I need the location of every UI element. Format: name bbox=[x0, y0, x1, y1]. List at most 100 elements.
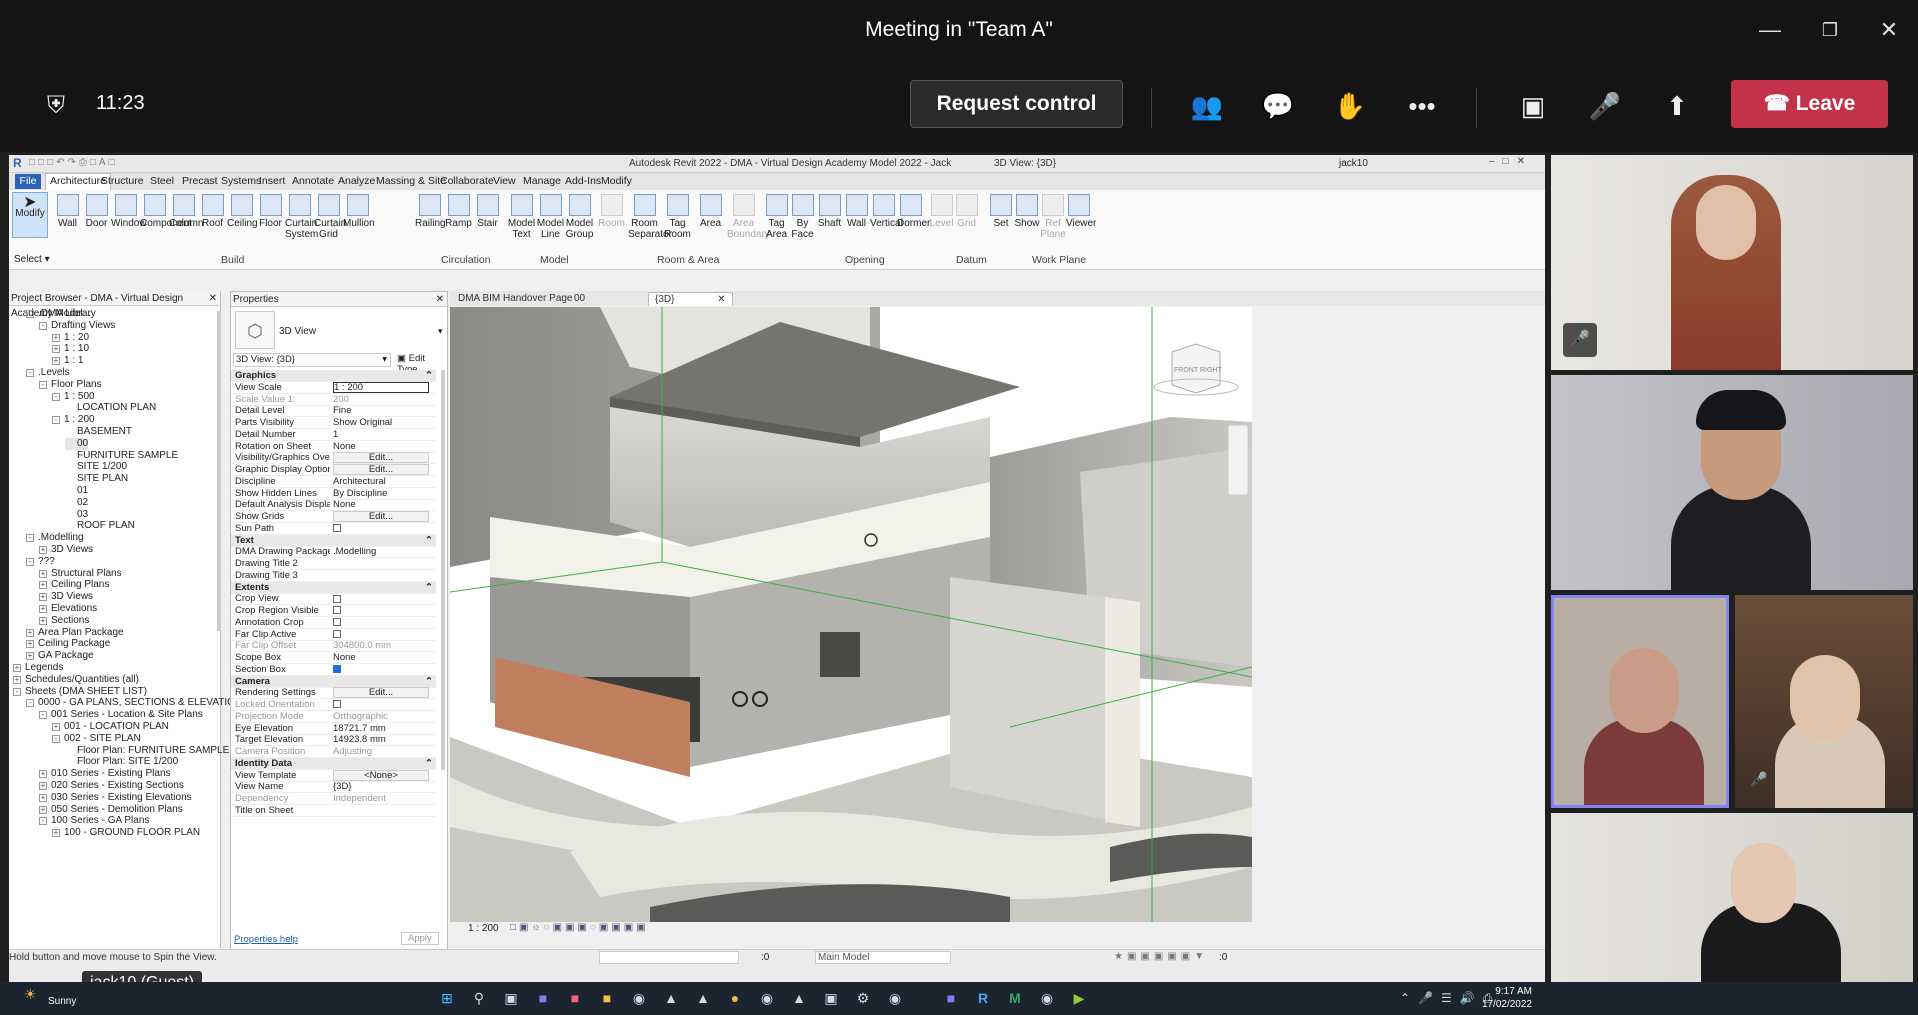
tree-node[interactable]: + Area Plan Package bbox=[26, 627, 124, 639]
ribbon-tab-analyze[interactable]: Analyze bbox=[338, 175, 375, 187]
share-screen-icon[interactable]: ⬆ bbox=[1657, 86, 1697, 126]
property-group-header[interactable]: Extents ⌃ bbox=[231, 581, 436, 594]
expand-icon[interactable]: + bbox=[39, 581, 47, 590]
tree-node[interactable]: -001 Series - Location & Site Plans bbox=[39, 709, 203, 721]
collapse-icon[interactable]: - bbox=[39, 711, 47, 720]
expand-icon[interactable]: + bbox=[39, 546, 47, 554]
view-tab[interactable]: {3D} ✕ bbox=[648, 292, 733, 306]
close-icon[interactable]: ✕ bbox=[1871, 12, 1907, 48]
tree-node[interactable]: BASEMENT bbox=[65, 426, 132, 438]
expand-icon[interactable]: + bbox=[13, 664, 21, 672]
tree-node[interactable]: - .DMA Library bbox=[26, 308, 96, 320]
property-checkbox[interactable] bbox=[333, 605, 429, 617]
file-explorer-icon[interactable]: ■ bbox=[596, 988, 618, 1008]
collapse-icon[interactable]: - bbox=[26, 534, 34, 543]
tree-node[interactable]: 02 bbox=[65, 497, 88, 509]
tree-node[interactable]: - .Levels bbox=[26, 367, 70, 379]
collapse-icon[interactable]: - bbox=[26, 369, 34, 377]
app-icon[interactable]: ◉ bbox=[1036, 988, 1058, 1008]
tree-node[interactable]: 01 bbox=[65, 485, 88, 497]
tree-node[interactable]: +3D Views bbox=[39, 591, 93, 603]
property-value[interactable]: 14923.8 mm bbox=[333, 734, 429, 746]
expand-icon[interactable]: + bbox=[39, 770, 47, 779]
restore-icon[interactable]: ❐ bbox=[1812, 12, 1848, 48]
ribbon-button-grid[interactable]: Grid bbox=[954, 194, 979, 229]
ribbon-panel-label[interactable]: Circulation bbox=[441, 254, 491, 266]
tree-node[interactable]: -100 Series - GA Plans bbox=[39, 815, 149, 827]
ribbon-button-room[interactable]: Room bbox=[595, 194, 628, 229]
ribbon-panel-label[interactable]: Opening bbox=[845, 254, 885, 266]
app-icon[interactable]: ⚙ bbox=[852, 988, 874, 1008]
viewcube-front-label[interactable]: FRONT bbox=[1174, 367, 1199, 374]
tree-node[interactable]: +001 - LOCATION PLAN bbox=[52, 721, 169, 733]
ribbon-button-area-boundary[interactable]: Area Boundary bbox=[727, 194, 770, 240]
checkbox-unchecked[interactable] bbox=[333, 594, 341, 603]
property-value[interactable]: {3D} bbox=[333, 781, 429, 793]
tree-node[interactable]: +030 Series - Existing Elevations bbox=[39, 792, 192, 804]
ribbon-button-curtain-system[interactable]: Curtain System bbox=[285, 194, 318, 240]
ribbon-button-vertical[interactable]: Vertical bbox=[870, 194, 903, 229]
tree-node[interactable]: - Floor Plans bbox=[39, 379, 102, 391]
scrollbar[interactable] bbox=[441, 370, 445, 770]
tree-node[interactable]: + Sections bbox=[39, 615, 89, 627]
tree-node[interactable]: + Schedules/Quantities (all) bbox=[13, 674, 139, 686]
ribbon-button-area[interactable]: Area bbox=[694, 194, 727, 229]
collapse-icon[interactable]: ⌃ bbox=[425, 676, 433, 688]
ribbon-button-shaft[interactable]: Shaft bbox=[816, 194, 843, 229]
expand-icon[interactable]: + bbox=[26, 628, 34, 637]
app-icon[interactable]: ◉ bbox=[756, 988, 778, 1008]
tree-node[interactable]: SITE PLAN bbox=[65, 473, 128, 485]
tree-node[interactable]: ROOF PLAN bbox=[65, 520, 135, 532]
expand-icon[interactable]: + bbox=[39, 805, 47, 814]
ribbon-button-curtain-grid[interactable]: Curtain Grid bbox=[314, 194, 346, 240]
property-value[interactable]: By Discipline bbox=[333, 488, 429, 500]
3d-view-canvas[interactable]: FRONT RIGHT bbox=[450, 307, 1252, 922]
leave-button[interactable]: ☎ Leave bbox=[1731, 80, 1888, 128]
property-value[interactable]: None bbox=[333, 441, 429, 453]
collapse-icon[interactable]: - bbox=[26, 557, 34, 566]
ribbon-tab-structure[interactable]: Structure bbox=[101, 175, 144, 187]
collapse-icon[interactable]: - bbox=[26, 699, 34, 708]
participant-tile[interactable]: 🎤 bbox=[1735, 595, 1913, 808]
checkbox-unchecked[interactable] bbox=[333, 618, 341, 627]
tree-node[interactable]: +050 Series - Demolition Plans bbox=[39, 804, 183, 816]
expand-icon[interactable]: + bbox=[52, 345, 60, 354]
property-value[interactable]: None bbox=[333, 652, 429, 664]
view-tab[interactable]: DMA BIM Handover Page bbox=[452, 292, 579, 306]
chevron-down-icon[interactable]: ▾ bbox=[438, 326, 443, 337]
tree-node[interactable]: + Structural Plans bbox=[39, 568, 122, 580]
tree-node[interactable]: +010 Series - Existing Plans bbox=[39, 768, 171, 780]
collapse-icon[interactable]: - bbox=[39, 817, 47, 826]
checkbox-unchecked[interactable] bbox=[333, 629, 341, 638]
ribbon-button-roof[interactable]: Roof bbox=[198, 194, 227, 229]
expand-icon[interactable]: + bbox=[13, 675, 21, 684]
minimize-icon[interactable]: — bbox=[1752, 12, 1788, 48]
expand-icon[interactable]: + bbox=[26, 640, 34, 649]
ribbon-button-component[interactable]: Component bbox=[140, 194, 192, 229]
ribbon-button-wall[interactable]: Wall bbox=[53, 194, 82, 229]
property-edit-button[interactable]: Edit... bbox=[333, 452, 429, 464]
ribbon-button-ref-plane[interactable]: Ref Plane bbox=[1040, 194, 1066, 240]
quick-access-icons[interactable]: □□□↶↷⎙□A□ bbox=[29, 157, 118, 168]
property-value[interactable]: 1 : 200 bbox=[333, 381, 429, 393]
property-checkbox[interactable] bbox=[333, 593, 429, 605]
checkbox-unchecked[interactable] bbox=[333, 524, 341, 533]
property-value[interactable]: None bbox=[333, 499, 429, 511]
property-value[interactable]: 1 bbox=[333, 429, 429, 441]
ribbon-tab-precast[interactable]: Precast bbox=[182, 175, 218, 187]
tree-node[interactable]: FURNITURE SAMPLE bbox=[65, 450, 178, 462]
ribbon-button-railing[interactable]: Railing bbox=[415, 194, 446, 229]
tree-node[interactable]: -1 : 500 bbox=[52, 391, 95, 403]
property-value[interactable]: .Modelling bbox=[333, 546, 429, 558]
user-name[interactable]: jack10 bbox=[1339, 158, 1368, 169]
expand-icon[interactable]: + bbox=[52, 333, 60, 342]
mic-muted-icon[interactable]: 🎤 bbox=[1585, 86, 1625, 126]
raise-hand-icon[interactable]: ✋ bbox=[1330, 86, 1370, 126]
ribbon-panel-label[interactable]: Build bbox=[221, 254, 244, 266]
tree-node[interactable]: +100 - GROUND FLOOR PLAN bbox=[52, 827, 200, 839]
property-checkbox[interactable] bbox=[333, 629, 429, 641]
tree-node[interactable]: Floor Plan: SITE 1/200 bbox=[65, 756, 178, 768]
ribbon-panel-label[interactable]: Work Plane bbox=[1032, 254, 1086, 266]
collapse-icon[interactable]: - bbox=[26, 310, 34, 318]
instance-selector[interactable]: 3D View: {3D} ▾ bbox=[233, 353, 391, 367]
